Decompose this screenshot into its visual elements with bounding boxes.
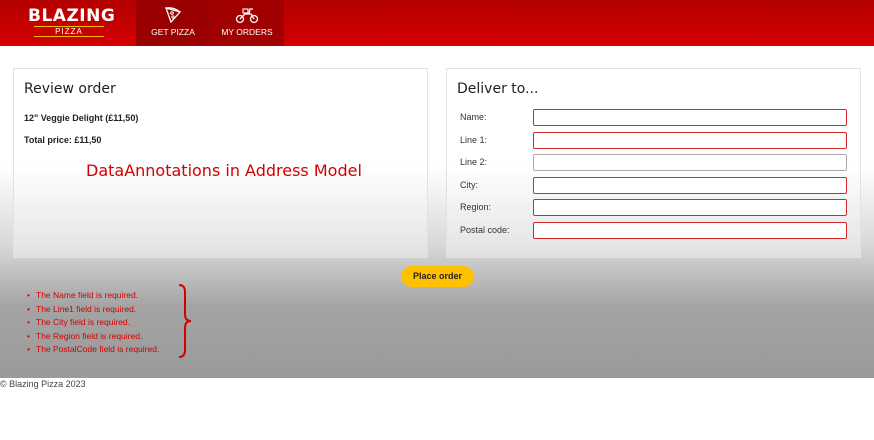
validation-error: The City field is required. — [27, 316, 159, 330]
city-field[interactable] — [533, 177, 847, 194]
postal-code-field[interactable] — [533, 222, 847, 239]
deliver-to-title: Deliver to... — [457, 81, 539, 97]
nav-get-pizza-label: GET PIZZA — [151, 27, 195, 37]
line1-field[interactable] — [533, 132, 847, 149]
name-field[interactable] — [533, 109, 847, 126]
nav-my-orders[interactable]: MY ORDERS — [210, 0, 284, 46]
pizza-slice-icon — [164, 7, 182, 24]
order-item: 12" Veggie Delight (£11,50) — [24, 113, 139, 123]
line2-field[interactable] — [533, 154, 847, 171]
validation-error: The Line1 field is required. — [27, 303, 159, 317]
validation-error: The PostalCode field is required. — [27, 343, 159, 357]
review-order-title: Review order — [24, 81, 116, 97]
annotation-text: DataAnnotations in Address Model — [86, 161, 362, 180]
region-field[interactable] — [533, 199, 847, 216]
brand-logo[interactable]: BLAZING PIZZA — [28, 6, 116, 38]
validation-error: The Region field is required. — [27, 330, 159, 344]
place-order-button[interactable]: Place order — [401, 266, 474, 287]
scooter-icon — [235, 8, 259, 24]
validation-error: The Name field is required. — [27, 289, 159, 303]
logo-main-text: BLAZING — [28, 6, 116, 26]
curly-brace-annotation — [178, 284, 192, 358]
deliver-to-panel: Deliver to... Name: Line 1: Line 2: City… — [446, 68, 861, 258]
name-label: Name: — [460, 112, 487, 122]
region-label: Region: — [460, 202, 492, 212]
footer-copyright: © Blazing Pizza 2023 — [0, 379, 86, 389]
city-label: City: — [460, 180, 478, 190]
main-nav: GET PIZZA MY ORDERS — [136, 0, 284, 46]
postal-code-label: Postal code: — [460, 225, 510, 235]
validation-summary: The Name field is required. The Line1 fi… — [27, 289, 159, 357]
order-total: Total price: £11,50 — [24, 135, 102, 145]
nav-get-pizza[interactable]: GET PIZZA — [136, 0, 210, 46]
top-bar: BLAZING PIZZA GET PIZZA MY ORDERS — [0, 0, 874, 46]
nav-my-orders-label: MY ORDERS — [221, 27, 273, 37]
logo-sub-text: PIZZA — [34, 26, 104, 37]
line1-label: Line 1: — [460, 135, 488, 145]
line2-label: Line 2: — [460, 157, 488, 167]
